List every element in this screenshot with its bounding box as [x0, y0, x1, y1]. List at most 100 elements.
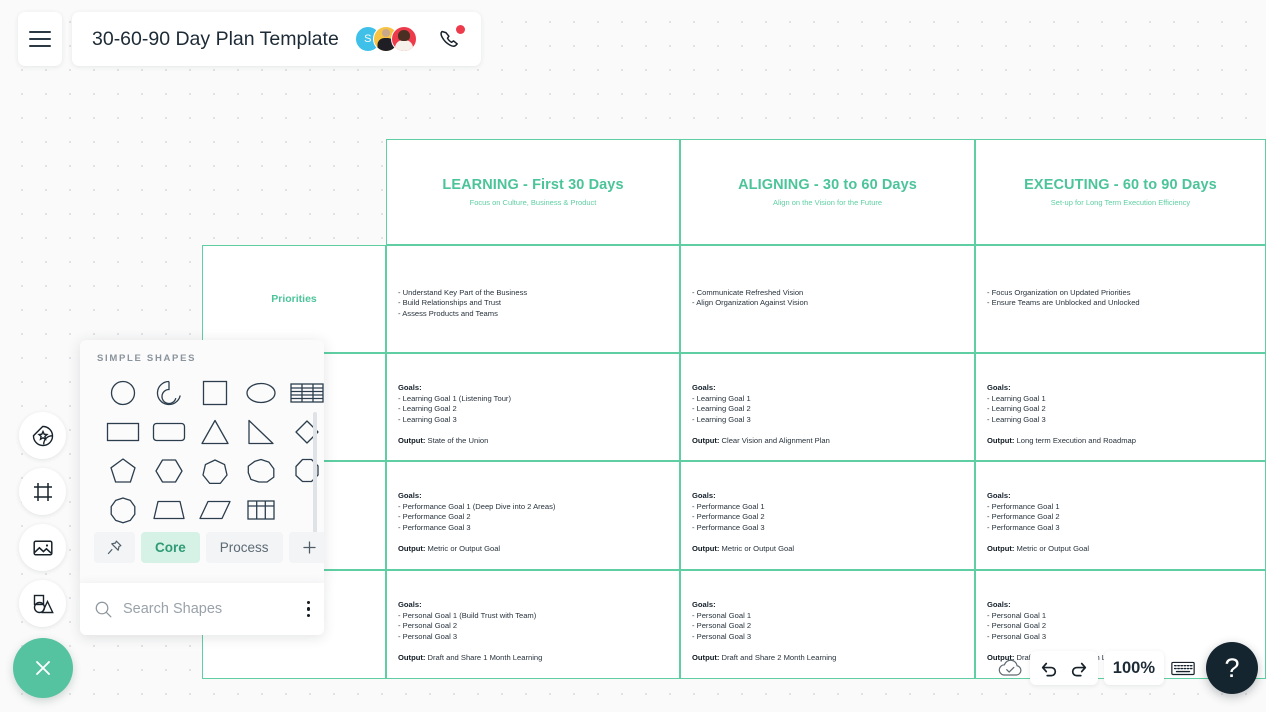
hexagon-shape[interactable]: [146, 451, 192, 490]
nonagon-shape[interactable]: [238, 451, 284, 490]
pentagon-shape[interactable]: [100, 451, 146, 490]
core-tab[interactable]: Core: [141, 532, 200, 563]
avatar[interactable]: [390, 26, 417, 52]
top-bar: 30-60-90 Day Plan Template S: [18, 12, 481, 66]
board-cell[interactable]: Goals: - Performance Goal 1- Performance …: [975, 461, 1266, 570]
board-cell[interactable]: Goals: - Performance Goal 1- Performance …: [680, 461, 975, 570]
column-header-cell[interactable]: LEARNING - First 30 Days Focus on Culture…: [386, 139, 680, 245]
right-triangle-shape[interactable]: [238, 412, 284, 451]
parallelogram-shape[interactable]: [192, 490, 238, 529]
grid-table-shape[interactable]: [238, 490, 284, 529]
goals-label: Goals:: [692, 383, 716, 392]
column-subtitle: Align on the Vision for the Future: [772, 198, 883, 207]
bullet-item: - Focus Organization on Updated Prioriti…: [987, 288, 1131, 297]
zoom-group[interactable]: 100%: [1103, 651, 1164, 685]
column-header-cell[interactable]: EXECUTING - 60 to 90 Days Set-up for Long…: [975, 139, 1266, 245]
bullet-item: - Assess Products and Teams: [398, 308, 498, 318]
decagon-shape[interactable]: [100, 490, 146, 529]
output-value: Clear Vision and Alignment Plan: [721, 436, 830, 446]
help-button[interactable]: ?: [1206, 642, 1258, 694]
bullet-item: - Learning Goal 3: [398, 414, 457, 424]
output-line: Output: Metric or Output Goal: [987, 544, 1257, 553]
output-value: Metric or Output Goal: [721, 544, 795, 554]
bottom-toolbar: 100% ?: [996, 642, 1258, 694]
heptagon-shape[interactable]: [192, 451, 238, 490]
cell-content: Goals: - Learning Goal 1- Learning Goal 2…: [692, 383, 966, 445]
output-value: State of the Union: [427, 436, 489, 446]
bullet-item: - Learning Goal 2: [987, 404, 1046, 414]
output-line: Output: Metric or Output Goal: [398, 544, 671, 553]
phone-call-icon[interactable]: [437, 25, 465, 52]
board-cell[interactable]: Goals: - Learning Goal 1 (Listening Tour)…: [386, 353, 680, 461]
goals-label: Goals:: [987, 600, 1011, 609]
pin-tab[interactable]: [94, 532, 135, 563]
board-cell[interactable]: Goals: - Personal Goal 1- Personal Goal 2…: [680, 570, 975, 679]
output-label: Output:: [398, 544, 428, 554]
image-icon[interactable]: [19, 524, 66, 571]
bullet-item: - Performance Goal 2: [398, 512, 471, 522]
bullet-item: - Performance Goal 3: [987, 522, 1060, 532]
output-value: Metric or Output Goal: [427, 544, 501, 554]
goals-label: Goals:: [692, 491, 716, 500]
undo-redo-group: [1029, 651, 1098, 685]
bullet-item: - Understand Key Part of the Business: [398, 288, 528, 297]
board-cell[interactable]: - Focus Organization on Updated Prioriti…: [975, 245, 1266, 353]
bullet-item: - Learning Goal 2: [398, 404, 457, 414]
left-tool-rail: [19, 412, 66, 627]
keyboard-icon[interactable]: [1170, 658, 1196, 678]
ellipse-shape[interactable]: [238, 373, 284, 412]
kebab-menu-icon[interactable]: [306, 600, 310, 618]
column-subtitle: Focus on Culture, Business & Product: [469, 198, 597, 207]
row-label-cell[interactable]: Priorities: [202, 245, 386, 353]
output-label: Output:: [692, 436, 722, 446]
shapes-section-title: SIMPLE SHAPES: [97, 353, 197, 364]
output-label: Output:: [987, 436, 1017, 446]
bullet-item: - Performance Goal 1: [987, 502, 1060, 511]
arc-shape[interactable]: [146, 373, 192, 412]
bullet-item: - Personal Goal 2: [692, 621, 752, 631]
output-label: Output:: [398, 653, 428, 663]
sticker-icon[interactable]: [19, 412, 66, 459]
square-shape[interactable]: [192, 373, 238, 412]
search-input[interactable]: Search Shapes: [123, 601, 222, 617]
cell-content: - Understand Key Part of the Business - B…: [398, 288, 671, 319]
triangle-shape[interactable]: [192, 412, 238, 451]
undo-icon[interactable]: [1039, 659, 1059, 677]
shapes-icon[interactable]: [19, 580, 66, 627]
close-icon[interactable]: [13, 638, 73, 698]
page-title[interactable]: 30-60-90 Day Plan Template: [92, 28, 339, 51]
shape-grid: [80, 364, 324, 540]
board-cell[interactable]: Goals: - Performance Goal 1 (Deep Dive in…: [386, 461, 680, 570]
rectangle-shape[interactable]: [100, 412, 146, 451]
frame-icon[interactable]: [19, 468, 66, 515]
zoom-level[interactable]: 100%: [1113, 659, 1155, 678]
board-cell[interactable]: Goals: - Personal Goal 1 (Build Trust wit…: [386, 570, 680, 679]
circle-shape[interactable]: [100, 373, 146, 412]
output-line: Output: Metric or Output Goal: [692, 544, 966, 553]
output-line: Output: State of the Union: [398, 436, 671, 445]
hamburger-icon[interactable]: [18, 12, 62, 66]
board-cell[interactable]: Goals: - Learning Goal 1- Learning Goal 2…: [975, 353, 1266, 461]
cell-content: Goals: - Performance Goal 1- Performance …: [987, 491, 1257, 553]
bullet-item: - Performance Goal 3: [692, 522, 765, 532]
add-category-button[interactable]: [288, 532, 324, 563]
output-line: Output: Draft and Share 1 Month Learning: [398, 653, 671, 662]
cloud-check-icon[interactable]: [996, 657, 1024, 679]
diamond-shape[interactable]: [284, 412, 324, 451]
table-rows-shape[interactable]: [284, 373, 324, 412]
board-cell[interactable]: Goals: - Learning Goal 1- Learning Goal 2…: [680, 353, 975, 461]
rounded-rectangle-shape[interactable]: [146, 412, 192, 451]
search-shapes-bar[interactable]: Search Shapes: [80, 583, 324, 635]
output-label: Output:: [692, 544, 722, 554]
row-label: Priorities: [271, 293, 317, 305]
bullet-item: - Performance Goal 3: [398, 522, 471, 532]
board-cell[interactable]: - Communicate Refreshed Vision - Align Or…: [680, 245, 975, 353]
octagon-shape[interactable]: [284, 451, 324, 490]
process-tab[interactable]: Process: [205, 532, 283, 563]
bullet-item: - Learning Goal 1: [692, 394, 751, 403]
panel-scrollbar[interactable]: [312, 412, 317, 540]
column-header-cell[interactable]: ALIGNING - 30 to 60 Days Align on the Vis…: [680, 139, 975, 245]
board-cell[interactable]: - Understand Key Part of the Business - B…: [386, 245, 680, 353]
redo-icon[interactable]: [1069, 659, 1089, 677]
trapezoid-shape[interactable]: [146, 490, 192, 529]
